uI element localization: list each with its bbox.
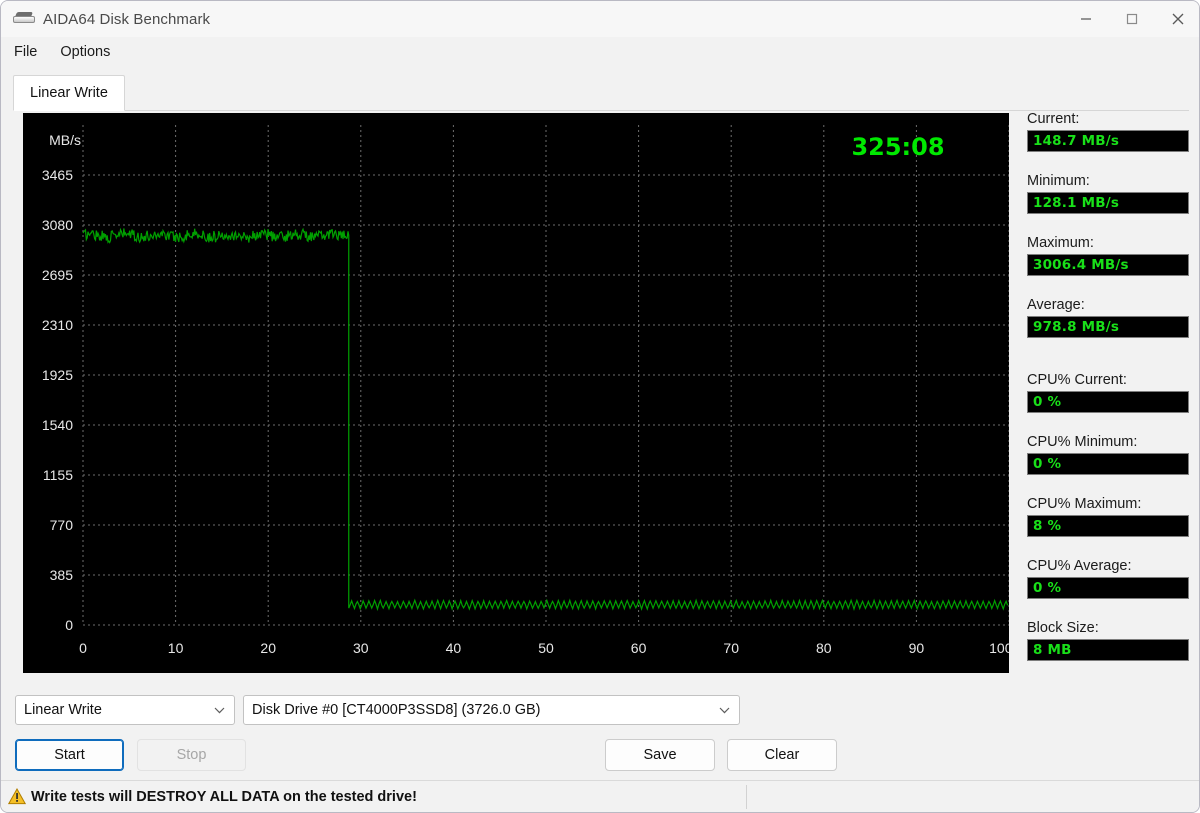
- stat-value: 3006.4 MB/s: [1027, 254, 1189, 276]
- stat-value: 0 %: [1027, 453, 1189, 475]
- clear-button[interactable]: Clear: [727, 739, 837, 771]
- stop-button: Stop: [137, 739, 246, 771]
- stat-label: Current:: [1027, 111, 1080, 127]
- x-axis-tick-label: 100 %: [989, 640, 1009, 656]
- menu-item-options[interactable]: Options: [50, 41, 120, 63]
- y-axis-tick-label: 1925: [42, 367, 73, 383]
- statistics-panel: Current: 148.7 MB/s Minimum: 128.1 MB/s Maxi…: [1027, 111, 1189, 667]
- y-axis-tick-label: 385: [50, 567, 74, 583]
- stat-block: Block Size: 8 MB: [1027, 620, 1189, 661]
- save-button[interactable]: Save: [605, 739, 715, 771]
- menu-item-file[interactable]: File: [4, 41, 47, 63]
- tab-linear-write[interactable]: Linear Write: [13, 75, 125, 111]
- title-bar: AIDA64 Disk Benchmark: [1, 1, 1199, 37]
- chart-timer: 325:08: [851, 133, 944, 161]
- window-title: AIDA64 Disk Benchmark: [43, 10, 211, 28]
- y-axis-tick-label: 2695: [42, 267, 73, 283]
- stat-block: Maximum: 3006.4 MB/s: [1027, 235, 1189, 276]
- stat-block: Minimum: 128.1 MB/s: [1027, 173, 1189, 214]
- y-axis-tick-label: 770: [50, 517, 74, 533]
- stat-label: CPU% Current:: [1027, 372, 1127, 388]
- warning-icon: [8, 788, 26, 805]
- x-axis-tick-label: 90: [909, 640, 925, 656]
- y-axis-tick-label: 3465: [42, 167, 73, 183]
- test-type-select[interactable]: Linear Write: [15, 695, 235, 725]
- window-controls: [1063, 1, 1199, 36]
- chevron-down-icon: [214, 696, 225, 724]
- y-axis-tick-label: 1155: [43, 467, 73, 483]
- y-axis-tick-label: 2310: [42, 317, 73, 333]
- chart-canvas: 03857701155154019252310269530803465 0 10 2…: [23, 113, 1009, 673]
- stat-value: 0 %: [1027, 391, 1189, 413]
- status-message: Write tests will DESTROY ALL DATA on the…: [31, 788, 417, 805]
- x-axis-tick-label: 10: [168, 640, 184, 656]
- test-type-value: Linear Write: [24, 702, 102, 718]
- start-button[interactable]: Start: [15, 739, 124, 771]
- stat-label: CPU% Minimum:: [1027, 434, 1138, 450]
- x-axis-tick-label: 60: [631, 640, 647, 656]
- benchmark-chart: 0 385 770 1155 1540 1925 2310 2695 3080 3465 0 10 2…: [23, 113, 1009, 673]
- stat-label: Minimum:: [1027, 173, 1090, 189]
- stat-label: Average:: [1027, 297, 1085, 313]
- stat-label: CPU% Average:: [1027, 558, 1132, 574]
- stat-block: CPU% Maximum: 8 %: [1027, 496, 1189, 537]
- x-axis-tick-label: 50: [538, 640, 554, 656]
- stat-label: Maximum:: [1027, 235, 1094, 251]
- status-bar: Write tests will DESTROY ALL DATA on the…: [1, 780, 1199, 812]
- stat-block: CPU% Average: 0 %: [1027, 558, 1189, 599]
- stat-block: Average: 978.8 MB/s: [1027, 297, 1189, 338]
- action-button-row: Start Stop Save Clear: [15, 739, 1015, 771]
- chart-background: [23, 113, 1009, 673]
- x-axis-tick-label: 30: [353, 640, 369, 656]
- aida64-disk-benchmark-window: AIDA64 Disk Benchmark File Options Linea…: [0, 0, 1200, 813]
- y-axis-tick-label: 0: [65, 617, 73, 633]
- x-axis-tick-label: 0: [79, 640, 87, 656]
- stat-value: 128.1 MB/s: [1027, 192, 1189, 214]
- stat-value: 978.8 MB/s: [1027, 316, 1189, 338]
- disk-drive-icon: [13, 11, 35, 27]
- maximize-icon[interactable]: [1109, 1, 1155, 36]
- disk-drive-select[interactable]: Disk Drive #0 [CT4000P3SSD8] (3726.0 GB): [243, 695, 740, 725]
- tab-strip: Linear Write: [13, 75, 1189, 111]
- tab-strip-background: [13, 75, 1189, 111]
- disk-drive-value: Disk Drive #0 [CT4000P3SSD8] (3726.0 GB): [252, 702, 541, 718]
- minimize-icon[interactable]: [1063, 1, 1109, 36]
- stat-block: CPU% Current: 0 %: [1027, 372, 1189, 413]
- close-icon[interactable]: [1155, 1, 1199, 36]
- stat-label: CPU% Maximum:: [1027, 496, 1142, 512]
- x-axis-tick-label: 70: [723, 640, 739, 656]
- stat-value: 8 %: [1027, 515, 1189, 537]
- stat-block: CPU% Minimum: 0 %: [1027, 434, 1189, 475]
- x-axis-tick-label: 20: [260, 640, 276, 656]
- stat-value: 0 %: [1027, 577, 1189, 599]
- chevron-down-icon: [719, 696, 730, 724]
- x-axis-tick-label: 40: [446, 640, 462, 656]
- status-bar-divider: [746, 785, 747, 809]
- stat-value: 148.7 MB/s: [1027, 130, 1189, 152]
- y-axis-tick-label: 3080: [42, 217, 73, 233]
- stat-label: Block Size:: [1027, 620, 1099, 636]
- stat-value: 8 MB: [1027, 639, 1189, 661]
- chart-y-axis-unit: MB/s: [49, 132, 81, 148]
- x-axis-tick-label: 80: [816, 640, 832, 656]
- y-axis-tick-label: 1540: [42, 417, 73, 433]
- stat-block: Current: 148.7 MB/s: [1027, 111, 1189, 152]
- menu-bar: File Options: [1, 37, 1199, 66]
